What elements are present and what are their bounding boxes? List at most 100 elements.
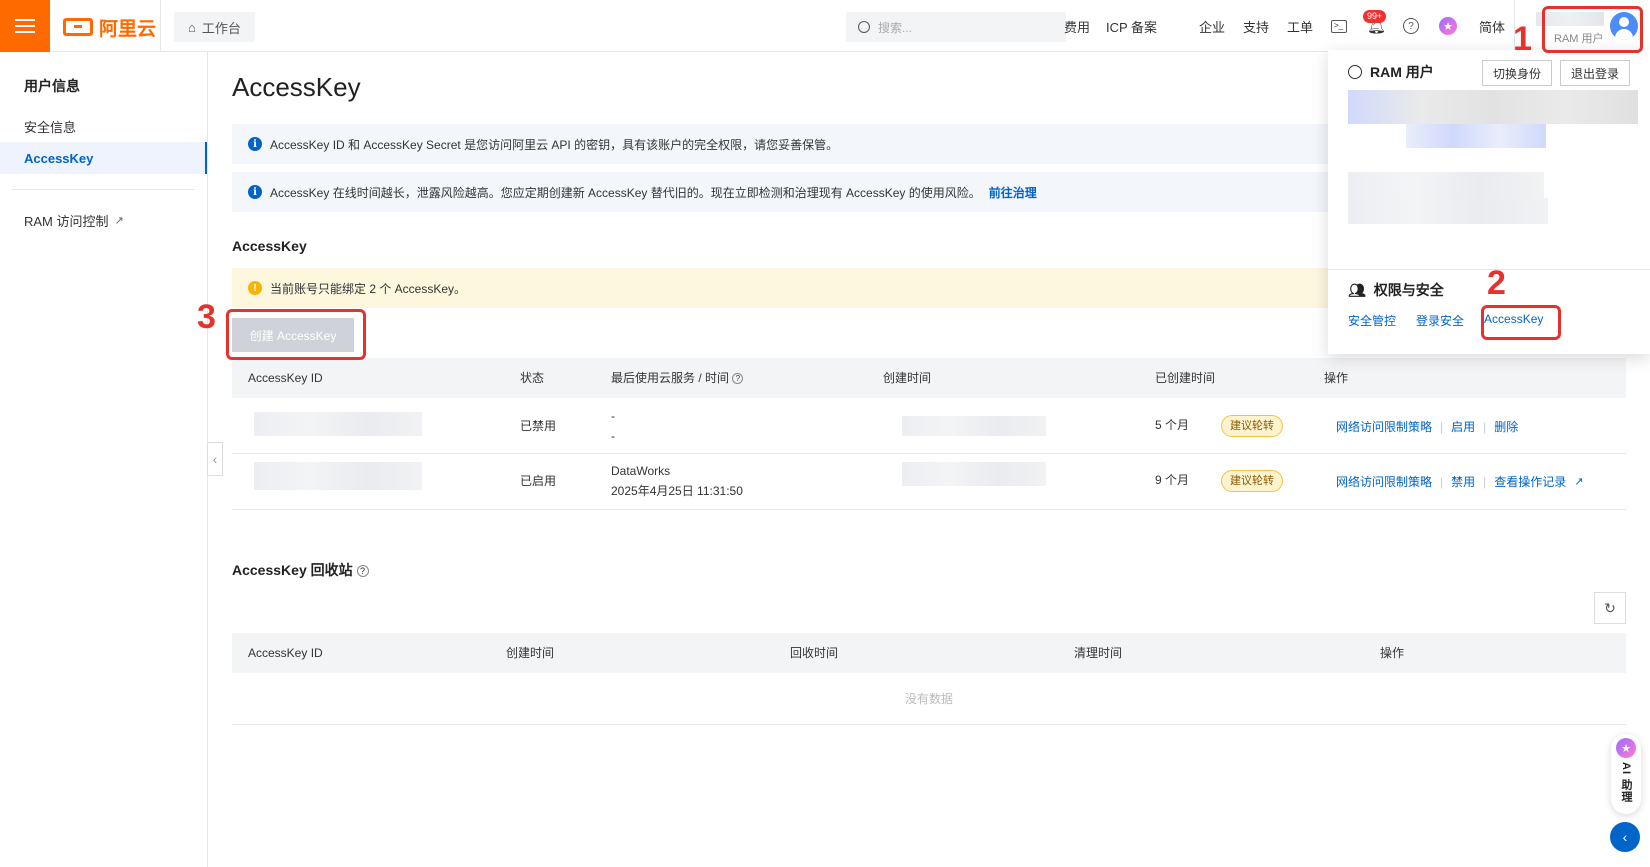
row-operations: 网络访问限制策略 | 启用 | 删除 [1336,418,1519,435]
external-link-icon: ↗ [1574,476,1584,488]
nav-icp-label: ICP 备案 [1106,19,1158,35]
age-text: 5 个月 [1155,418,1190,432]
nav-icp[interactable]: ICP 备案 [1106,0,1157,52]
ai-star-icon[interactable]: ★ [1439,0,1457,52]
warning-icon: ! [248,281,262,295]
sidebar-item-security-info[interactable]: 安全信息 [0,110,207,142]
last-used-time: - [611,429,615,443]
nav-fees[interactable]: 费用 [1064,0,1090,52]
header-divider [160,0,161,52]
aliyun-logo[interactable]: 阿里云 [63,16,157,40]
created-time-blurred [902,416,1046,436]
col-age: 已创建时间 [1155,371,1216,385]
sidebar-item-label: 安全信息 [24,119,77,135]
user-circle-icon [1348,65,1362,79]
perm-security-label: 权限与安全 [1373,282,1444,298]
sidebar-title: 用户信息 [24,78,80,94]
help-icon[interactable]: ? [732,373,744,385]
security-control-link[interactable]: 安全管控 [1348,312,1396,329]
accesskey-id-blurred [254,412,422,436]
top-bar: 阿里云 ⌂ 工作台 搜索... 费用 ICP 备案 企业 支持 工单 >_ 🔔︎… [0,0,1650,52]
rotate-suggest-badge: 建议轮转 [1221,470,1283,492]
network-policy-link[interactable]: 网络访问限制策略 [1336,418,1432,435]
col-created-time: 创建时间 [506,646,555,660]
info-icon: i [248,185,262,199]
sidebar-item-ram[interactable]: RAM 访问控制 ↗ [0,204,207,236]
hamburger-menu-icon[interactable] [0,0,50,52]
info-icon: i [248,137,262,151]
terminal-icon[interactable]: >_ [1331,0,1347,52]
search-input[interactable]: 搜索... [846,12,1066,42]
dropdown-title-label: RAM 用户 [1370,64,1434,80]
account-info-blurred [1348,90,1638,124]
nav-enterprise-label: 企业 [1199,19,1226,35]
annotation-number-2: 2 [1487,264,1506,302]
accesskey-section-title: AccessKey [232,238,307,254]
nav-support[interactable]: 支持 [1243,0,1269,52]
user-dropdown-panel: RAM 用户 切换身份 退出登录 👥︎ 权限与安全 安全管控 登录安全 Acce… [1328,50,1650,354]
dropdown-title: RAM 用户 [1348,62,1434,82]
view-logs-link[interactable]: 查看操作记录 [1494,473,1566,490]
notice-2-text: AccessKey 在线时间越长，泄露风险越高。您应定期创建新 AccessKe… [270,185,981,200]
ai-star-icon: ★ [1616,738,1636,758]
language-label: 简体 [1479,19,1506,35]
refresh-icon[interactable]: ↻ [1594,592,1626,624]
user-name-blurred [1536,12,1604,26]
ai-assistant-button[interactable]: ★ AI 助理 [1611,734,1641,814]
col-operations: 操作 [1380,646,1405,660]
enable-link[interactable]: 启用 [1451,418,1475,435]
empty-state: 没有数据 [232,673,1626,725]
table-row: 已启用 DataWorks 2025年4月25日 11:31:50 9 个月 建… [232,454,1626,510]
created-time-blurred [902,462,1046,486]
rotate-suggest-badge: 建议轮转 [1221,415,1283,437]
sidebar-item-accesskey[interactable]: AccessKey [0,142,207,174]
sidebar: 用户信息 安全信息 AccessKey RAM 访问控制 ↗ [0,52,208,867]
warning-text: 当前账号只能绑定 2 个 AccessKey。 [270,281,467,296]
nav-enterprise[interactable]: 企业 [1199,0,1225,52]
nav-ticket[interactable]: 工单 [1287,0,1313,52]
search-placeholder: 搜索... [878,20,913,35]
avatar-icon [1610,12,1638,40]
help-icon[interactable]: ? [356,565,369,578]
chevron-left-icon[interactable]: ‹ [1610,822,1640,852]
notification-bell-icon[interactable]: 🔔︎ [1367,0,1386,52]
logout-button[interactable]: 退出登录 [1560,60,1631,86]
workbench-button[interactable]: ⌂ 工作台 [174,12,255,42]
brand-name: 阿里云 [99,18,157,40]
search-icon [858,21,870,33]
sidebar-divider [12,189,195,190]
notice-1-text: AccessKey ID 和 AccessKey Secret 是您访问阿里云 … [270,137,839,152]
create-accesskey-button[interactable]: 创建 AccessKey [232,318,354,352]
user-menu-trigger[interactable]: RAM 用户 [1526,8,1642,46]
external-link-icon: ↗ [114,214,124,227]
account-id-blurred [1406,124,1546,148]
status-text: 已禁用 [520,419,557,433]
dropdown-accesskey-link[interactable]: AccessKey [1484,312,1543,329]
nav-ticket-label: 工单 [1287,19,1314,35]
help-icon[interactable]: ? [1403,0,1419,52]
workbench-label: 工作台 [201,20,241,36]
col-recycled-time: 回收时间 [790,646,839,660]
language-switch[interactable]: 简体 [1479,0,1505,52]
recycle-section-title: AccessKey 回收站 ? [232,560,369,580]
delete-link[interactable]: 删除 [1494,418,1518,435]
recycle-section-label: AccessKey 回收站 [232,562,353,578]
col-created-time: 创建时间 [883,371,932,385]
sidebar-item-label: RAM 访问控制 [24,213,109,229]
page-title: AccessKey [232,72,361,102]
age-text: 9 个月 [1155,473,1190,487]
disable-link[interactable]: 禁用 [1451,473,1475,490]
govern-link[interactable]: 前往治理 [989,184,1037,201]
perm-security-title: 👥︎ 权限与安全 [1348,280,1444,300]
row-operations: 网络访问限制策略 | 禁用 | 查看操作记录 ↗ [1336,473,1584,490]
notification-badge: 99+ [1363,10,1387,23]
account-extra-blurred-2 [1348,198,1548,224]
annotation-number-1: 1 [1513,20,1532,58]
account-extra-blurred [1348,172,1544,198]
col-last-used-label: 最后使用云服务 / 时间 [611,371,730,385]
switch-identity-button[interactable]: 切换身份 [1482,60,1553,86]
recycle-table-header: AccessKey ID 创建时间 回收时间 清理时间 操作 [232,633,1626,673]
network-policy-link[interactable]: 网络访问限制策略 [1336,473,1432,490]
login-security-link[interactable]: 登录安全 [1416,312,1464,329]
home-icon: ⌂ [188,19,196,35]
